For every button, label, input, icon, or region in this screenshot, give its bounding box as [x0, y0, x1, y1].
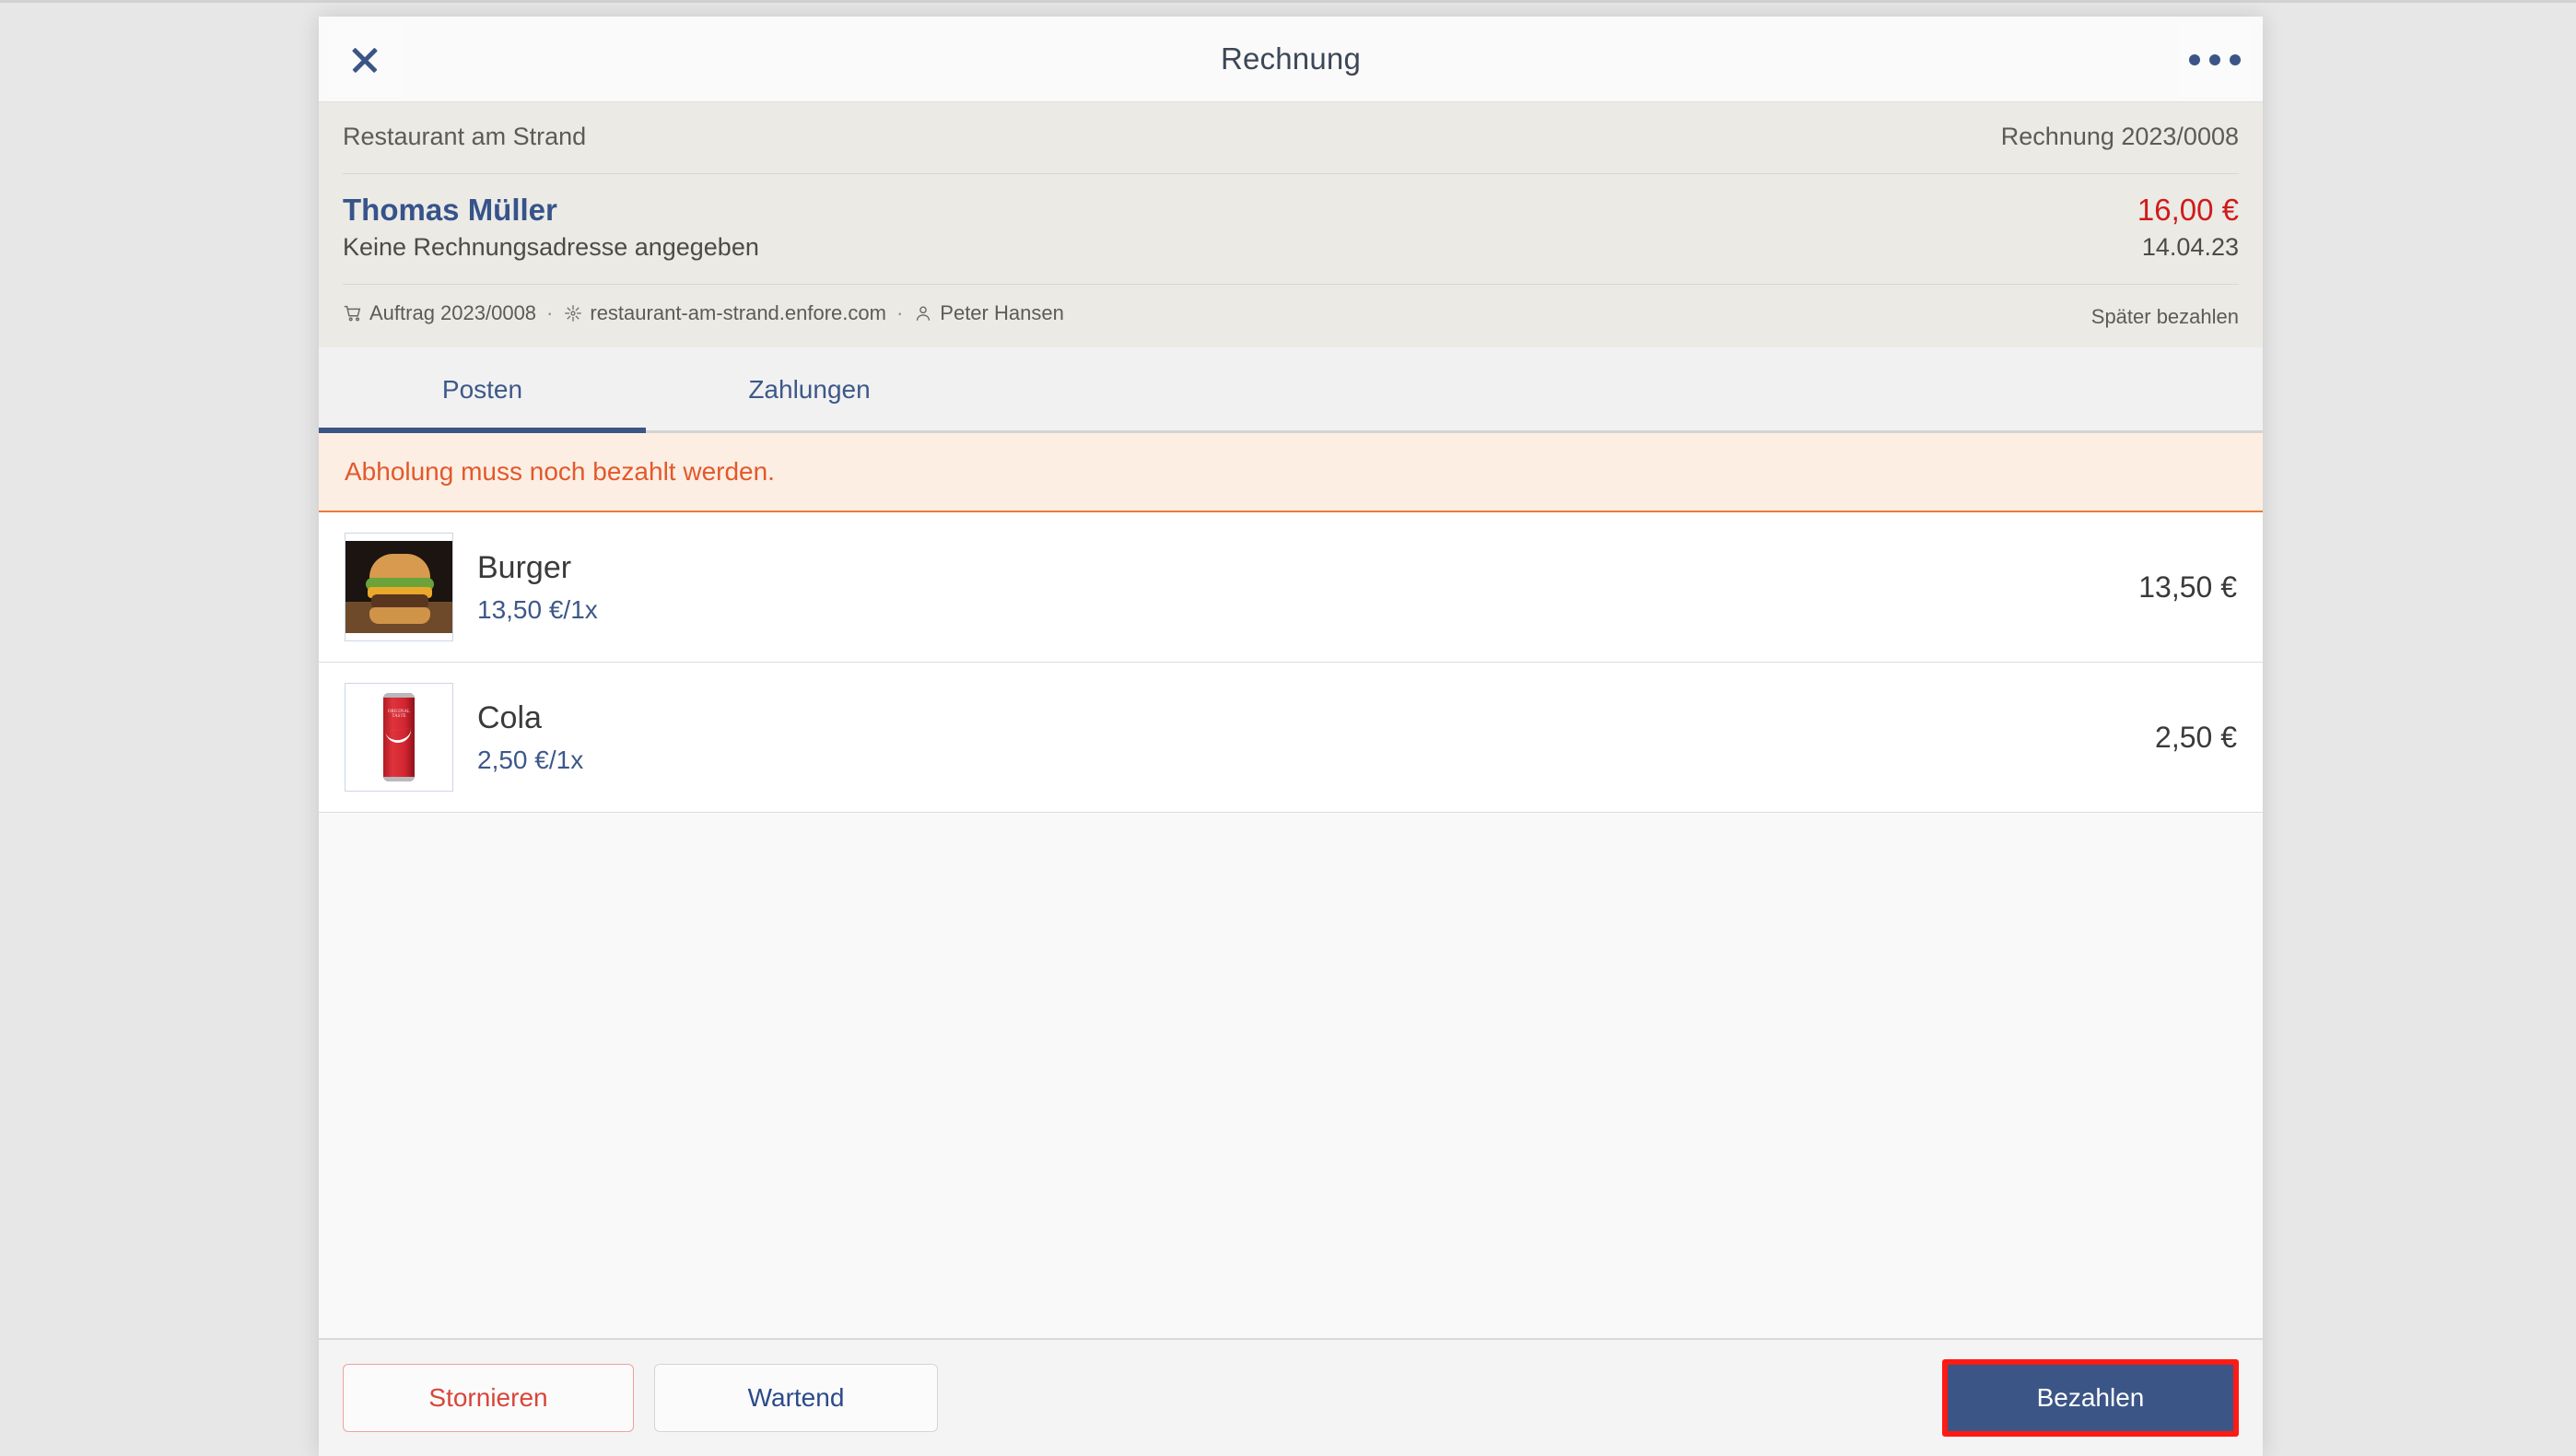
meta-separator: ·	[896, 301, 904, 324]
product-thumbnail	[345, 533, 453, 641]
product-price: 2,50 €	[2155, 720, 2237, 754]
invoice-number: Rechnung 2023/0008	[2000, 123, 2239, 150]
shop-name: Restaurant am Strand	[343, 123, 587, 150]
cola-can-photo: ORIGINAL TASTE	[345, 686, 452, 789]
product-name: Cola	[477, 699, 542, 735]
pay-button[interactable]: Bezahlen	[1948, 1365, 2233, 1431]
list-item[interactable]: Burger 13,50 €/1x 13,50 €	[319, 512, 2263, 663]
pay-button-highlight: Bezahlen	[1942, 1359, 2239, 1437]
address-row: Keine Rechnungsadresse angegeben 14.04.2…	[343, 233, 2239, 284]
tab-zahlungen[interactable]: Zahlungen	[646, 347, 973, 430]
customer-address: Keine Rechnungsadresse angegeben	[343, 233, 759, 261]
tab-bar: Posten Zahlungen	[319, 347, 2263, 433]
invoice-date: 14.04.23	[2141, 233, 2239, 261]
meta-separator: ·	[546, 301, 554, 324]
burger-photo	[345, 541, 452, 633]
product-unit-info: 2,50 €/1x	[477, 745, 584, 774]
product-thumbnail: ORIGINAL TASTE	[345, 683, 453, 792]
top-divider	[0, 0, 2576, 3]
list-item[interactable]: ORIGINAL TASTE Cola 2,50 €/1x 2,50 €	[319, 663, 2263, 813]
page-title: Rechnung	[1220, 41, 1362, 76]
person-icon	[913, 303, 933, 323]
domain-name: restaurant-am-strand.enfore.com	[590, 301, 886, 324]
status-badge: Später bezahlen	[2090, 305, 2239, 328]
cancel-button[interactable]: Stornieren	[343, 1364, 634, 1432]
customer-name[interactable]: Thomas Müller	[343, 193, 557, 228]
warning-banner: Abholung muss noch bezahlt werden.	[319, 433, 2263, 512]
order-number: Auftrag 2023/0008	[369, 301, 537, 324]
invoice-summary: Restaurant am Strand Rechnung 2023/0008 …	[319, 102, 2263, 347]
meta-info: Auftrag 2023/0008 · restaurant-am-strand…	[343, 301, 1064, 325]
product-info: Burger 13,50 €/1x	[453, 550, 2120, 625]
more-options-icon	[2189, 54, 2241, 65]
modal-titlebar: Rechnung	[319, 17, 2263, 102]
user-name: Peter Hansen	[940, 301, 1064, 324]
customer-row[interactable]: Thomas Müller 16,00 €	[343, 174, 2239, 233]
shop-row: Restaurant am Strand Rechnung 2023/0008	[343, 102, 2239, 173]
network-node-icon	[563, 303, 583, 323]
modal-footer: Stornieren Wartend Bezahlen	[319, 1338, 2263, 1456]
product-price: 13,50 €	[2138, 569, 2237, 604]
product-unit-info: 13,50 €/1x	[477, 594, 598, 624]
line-item-list: Burger 13,50 €/1x 13,50 € ORIGINAL TASTE…	[319, 512, 2263, 1338]
waiting-button[interactable]: Wartend	[654, 1364, 938, 1432]
product-info: Cola 2,50 €/1x	[453, 700, 2137, 775]
shopping-cart-icon	[343, 303, 363, 323]
invoice-total: 16,00 €	[2137, 193, 2239, 227]
meta-row: Auftrag 2023/0008 · restaurant-am-strand…	[343, 285, 2239, 347]
app-background: Rechnung Restaurant am Strand Rechnung 2…	[0, 0, 2576, 1456]
more-options-button[interactable]	[2178, 23, 2252, 97]
invoice-modal: Rechnung Restaurant am Strand Rechnung 2…	[319, 17, 2263, 1456]
product-name: Burger	[477, 549, 572, 585]
tab-posten[interactable]: Posten	[319, 347, 646, 433]
